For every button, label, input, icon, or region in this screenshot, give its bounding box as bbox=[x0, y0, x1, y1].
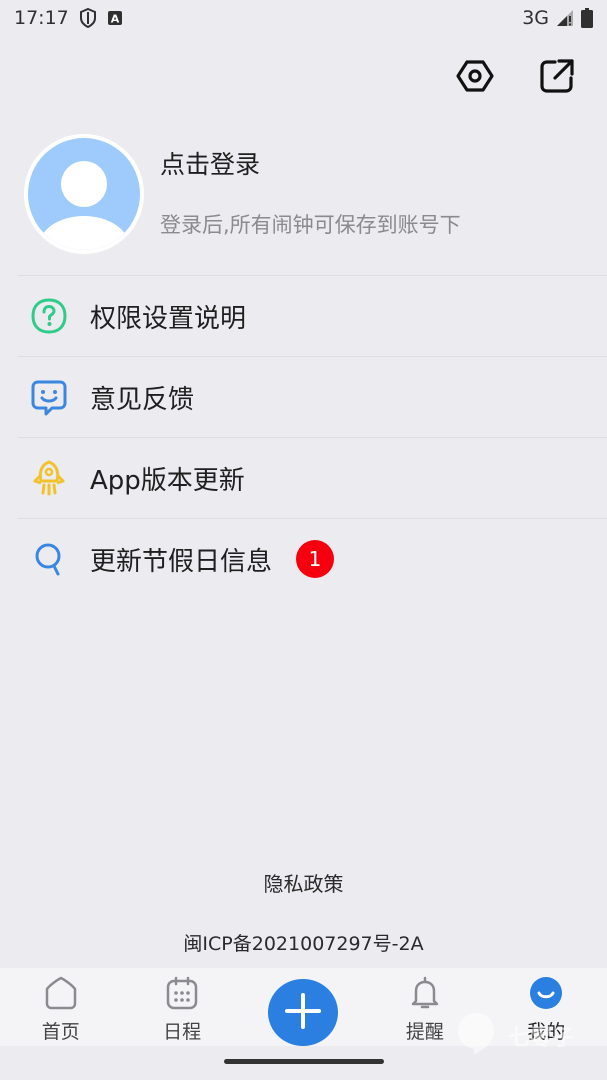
svg-text:A: A bbox=[111, 13, 120, 26]
nav-label: 日程 bbox=[163, 1021, 202, 1043]
menu-item-permission[interactable]: 权限设置说明 bbox=[18, 275, 607, 356]
watermark: 七零子 bbox=[452, 1004, 602, 1068]
keyboard-a-icon: A bbox=[107, 10, 123, 26]
nav-add[interactable] bbox=[243, 968, 364, 1046]
share-button[interactable] bbox=[535, 56, 579, 100]
network-type: 3G bbox=[522, 7, 549, 29]
nav-schedule[interactable]: 日程 bbox=[121, 968, 242, 1046]
icp-record: 闽ICP备2021007297号-2A bbox=[183, 933, 424, 955]
login-subtitle: 登录后,所有闹钟可保存到账号下 bbox=[160, 213, 461, 237]
shield-icon bbox=[79, 8, 97, 28]
add-button[interactable] bbox=[268, 979, 339, 1046]
nav-home[interactable]: 首页 bbox=[0, 968, 121, 1046]
privacy-policy-link[interactable]: 隐私政策 bbox=[0, 868, 607, 897]
holiday-search-icon bbox=[29, 539, 69, 579]
login-title: 点击登录 bbox=[160, 150, 261, 179]
feedback-smile-icon bbox=[29, 377, 69, 417]
calendar-icon bbox=[164, 975, 200, 1015]
bell-icon bbox=[407, 975, 443, 1015]
battery-icon bbox=[581, 8, 593, 28]
rocket-icon bbox=[29, 458, 69, 498]
menu-item-label: App版本更新 bbox=[90, 465, 245, 496]
hexagon-settings-icon bbox=[455, 56, 495, 100]
add-icon bbox=[283, 991, 323, 1035]
menu-item-label: 意见反馈 bbox=[90, 384, 195, 415]
default-user-icon bbox=[28, 138, 140, 250]
nav-label: 首页 bbox=[41, 1021, 80, 1043]
home-icon bbox=[43, 975, 79, 1015]
settings-button[interactable] bbox=[453, 56, 497, 100]
login-profile-card[interactable]: 点击登录 登录后,所有闹钟可保存到账号下 bbox=[24, 134, 584, 254]
settings-menu: 权限设置说明 意见反馈 App版本更新 更新节假日信息 1 bbox=[18, 275, 607, 599]
status-time: 17:17 bbox=[14, 7, 69, 29]
menu-item-holiday-update[interactable]: 更新节假日信息 1 bbox=[18, 518, 607, 599]
signal-icon bbox=[555, 8, 575, 28]
notification-badge: 1 bbox=[296, 540, 335, 578]
menu-item-label: 更新节假日信息 bbox=[90, 546, 273, 577]
avatar bbox=[24, 134, 144, 254]
menu-item-label: 权限设置说明 bbox=[90, 303, 247, 334]
share-external-icon bbox=[537, 56, 577, 100]
watermark-text: 七零子 bbox=[508, 1026, 575, 1051]
question-icon bbox=[29, 296, 69, 336]
menu-item-app-update[interactable]: App版本更新 bbox=[18, 437, 607, 518]
watermark-logo-icon bbox=[452, 1009, 502, 1063]
home-indicator[interactable] bbox=[224, 1059, 384, 1064]
menu-item-feedback[interactable]: 意见反馈 bbox=[18, 356, 607, 437]
nav-label: 提醒 bbox=[405, 1021, 444, 1043]
top-actions bbox=[453, 56, 579, 100]
status-bar: 17:17 A 3G bbox=[0, 0, 607, 36]
